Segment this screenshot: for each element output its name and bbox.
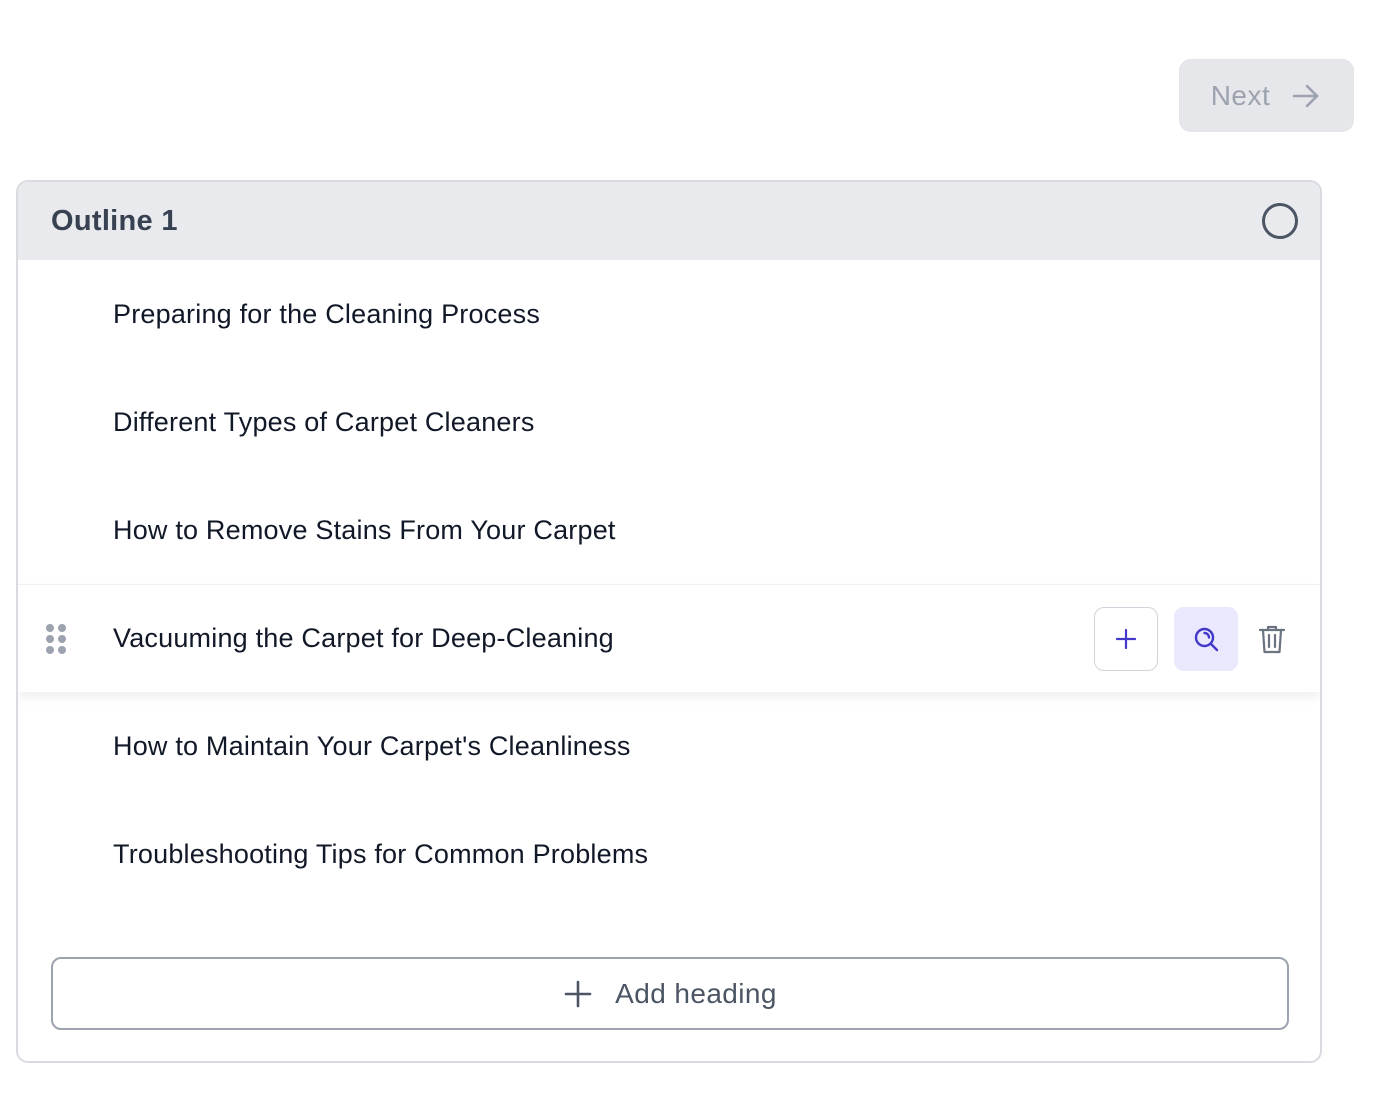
outline-header: Outline 1 [18,182,1320,260]
search-icon [1194,627,1219,651]
heading-label: How to Remove Stains From Your Carpet [113,514,616,545]
heading-row[interactable]: Preparing for the Cleaning Process [18,260,1320,368]
drag-handle-icon[interactable] [46,623,66,654]
heading-row[interactable]: Different Types of Carpet Cleaners [18,368,1320,476]
outline-card: Outline 1 Preparing for the Cleaning Pro… [16,180,1322,1063]
plus-icon [563,979,593,1009]
heading-label: How to Maintain Your Carpet's Cleanlines… [113,730,631,761]
arrow-right-icon [1290,80,1322,112]
next-button[interactable]: Next [1179,59,1354,132]
add-heading-button[interactable]: Add heading [51,957,1289,1030]
research-button[interactable] [1174,606,1238,671]
row-actions [1094,606,1290,671]
add-heading-label: Add heading [615,977,777,1009]
heading-row[interactable]: Troubleshooting Tips for Common Problems [18,800,1320,908]
heading-label: Preparing for the Cleaning Process [113,298,541,329]
heading-label: Vacuuming the Carpet for Deep-Cleaning [113,623,614,653]
heading-row[interactable]: How to Remove Stains From Your Carpet [18,476,1320,584]
outline-title: Outline 1 [51,204,178,237]
outline-editor-page: Next Outline 1 Preparing for the Cleanin… [0,0,1394,1118]
plus-icon [1115,628,1137,649]
heading-row-active[interactable]: Vacuuming the Carpet for Deep-Cleaning [18,584,1320,692]
next-button-label: Next [1210,79,1271,111]
radio-circle-icon[interactable] [1262,203,1298,239]
delete-heading-button[interactable] [1254,607,1290,671]
heading-label: Different Types of Carpet Cleaners [113,406,535,437]
add-subheading-button[interactable] [1094,606,1158,671]
heading-row[interactable]: How to Maintain Your Carpet's Cleanlines… [18,692,1320,800]
trash-icon [1258,625,1286,653]
heading-label: Troubleshooting Tips for Common Problems [113,838,649,869]
